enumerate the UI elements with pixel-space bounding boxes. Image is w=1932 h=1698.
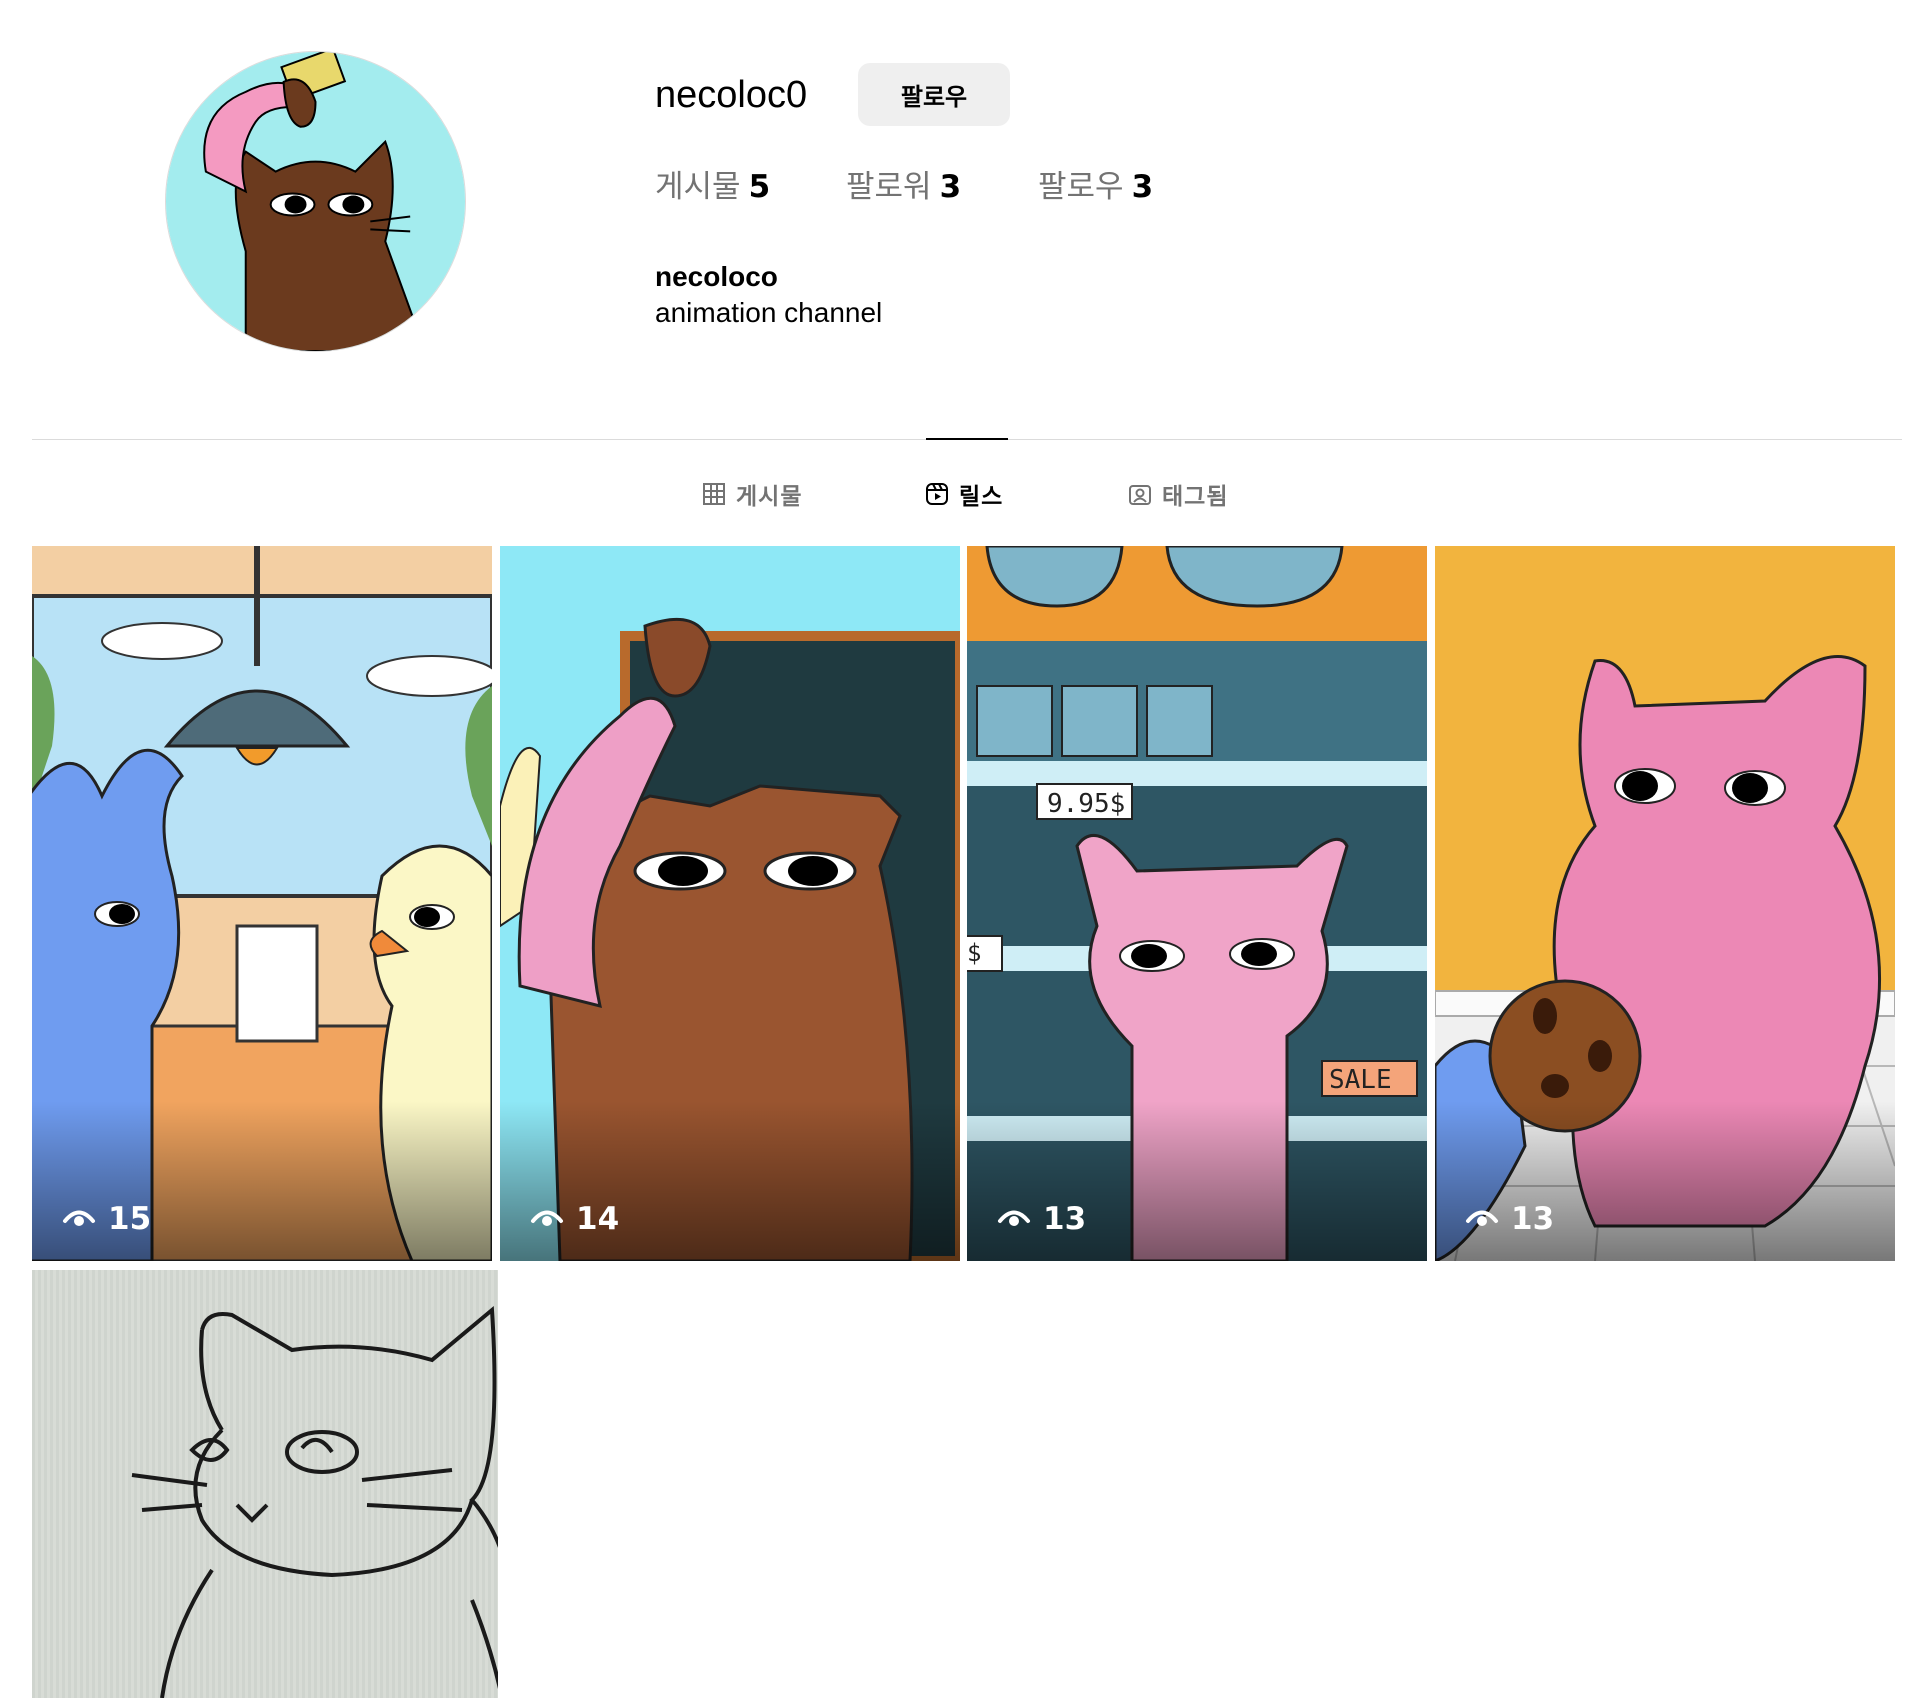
reel-gradient <box>1435 1101 1895 1261</box>
followers-stat-label: 팔로워 <box>846 169 932 205</box>
following-stat[interactable]: 팔로우 3 <box>1038 165 1153 209</box>
reels-icon <box>926 483 948 505</box>
reel-gradient <box>967 1101 1427 1261</box>
posts-stat[interactable]: 게시물 5 <box>655 165 770 209</box>
following-stat-label: 팔로우 <box>1038 169 1124 205</box>
followers-stat[interactable]: 팔로워 3 <box>846 165 961 209</box>
grid-icon <box>703 483 725 505</box>
reel-gradient <box>32 1101 492 1261</box>
play-views-icon <box>998 1210 1030 1226</box>
tab-reels[interactable]: 릴스 <box>925 472 1003 516</box>
reel-view-count-value: 13 <box>1043 1201 1087 1237</box>
profile-bio: animation channel <box>655 297 883 328</box>
followers-stat-count: 3 <box>939 169 962 205</box>
reel-gradient <box>500 1101 960 1261</box>
tab-posts-label: 게시물 <box>736 484 803 510</box>
tab-tagged[interactable]: 태그됨 <box>1128 472 1228 516</box>
reel-view-count-value: 14 <box>576 1201 620 1237</box>
play-views-icon <box>1466 1210 1498 1226</box>
reel-tile[interactable]: 14 <box>500 546 960 1261</box>
profile-avatar[interactable] <box>165 51 466 352</box>
profile-full-name: necoloco <box>655 261 778 292</box>
reel-view-count: 14 <box>530 1201 619 1237</box>
reel-view-count: 13 <box>1465 1201 1554 1237</box>
active-tab-indicator <box>926 438 1008 440</box>
reel-tile[interactable]: 13 <box>1435 546 1895 1261</box>
price-tag-text: 9.95$ <box>1047 789 1125 819</box>
following-stat-count: 3 <box>1131 169 1154 205</box>
reel-view-count-value: 13 <box>1511 1201 1555 1237</box>
tab-tagged-label: 태그됨 <box>1162 484 1229 510</box>
tab-posts[interactable]: 게시물 <box>702 472 802 516</box>
sale-sign-text: SALE <box>1329 1065 1392 1095</box>
profile-username: necoloc0 <box>655 74 808 116</box>
posts-stat-label: 게시물 <box>655 169 741 205</box>
tab-reels-label: 릴스 <box>959 484 1004 510</box>
cat-avatar-image <box>166 52 465 351</box>
reel-view-count: 13 <box>997 1201 1086 1237</box>
reel-tile[interactable]: 15 <box>32 546 492 1261</box>
post-tile[interactable] <box>32 1270 498 1698</box>
tagged-icon <box>1129 485 1151 505</box>
reel-tile[interactable]: 9.95$ $ SALE 13 <box>967 546 1427 1261</box>
price-tag-text: $ <box>967 939 981 967</box>
reel-view-count: 15 <box>62 1201 151 1237</box>
posts-stat-count: 5 <box>748 169 771 205</box>
post-thumbnail <box>32 1270 498 1698</box>
follow-button[interactable]: 팔로우 <box>858 63 1010 126</box>
play-views-icon <box>531 1210 563 1226</box>
play-views-icon <box>63 1210 95 1226</box>
reel-view-count-value: 15 <box>108 1201 152 1237</box>
